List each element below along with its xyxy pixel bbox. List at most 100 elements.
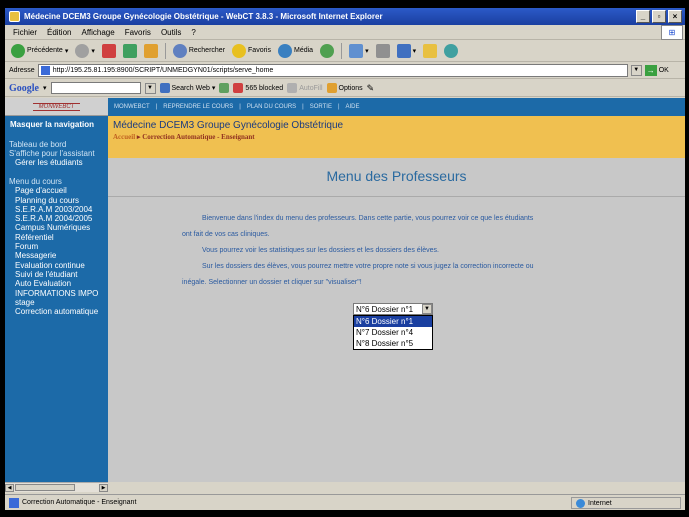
back-button[interactable]: Précédente ▾: [9, 42, 70, 60]
intro-paragraph-1a: Bienvenue dans l'index du menu des profe…: [202, 215, 534, 222]
page-content: MONWEBCT Masquer la navigation Tableau d…: [5, 98, 685, 482]
course-header: Médecine DCEM3 Groupe Gynécologie Obstét…: [108, 116, 685, 158]
autofill-button[interactable]: AutoFill: [287, 83, 323, 93]
sidebar-scrollbar[interactable]: ◀ ▶: [5, 482, 108, 492]
favorites-button[interactable]: Favoris: [230, 42, 273, 60]
popup-blocker-button[interactable]: 565 blocked: [233, 83, 283, 93]
close-button[interactable]: ×: [668, 10, 682, 23]
folder-button[interactable]: [421, 42, 439, 60]
dossier-option[interactable]: N°6 Dossier n°1: [354, 316, 432, 327]
sidebar-item-campus[interactable]: Campus Numériques: [5, 223, 108, 232]
autofill-icon: [287, 83, 298, 93]
dossier-select[interactable]: N°6 Dossier n°1 ▼: [353, 303, 433, 315]
search-button[interactable]: Rechercher: [171, 42, 227, 60]
sidebar-item-stage[interactable]: stage: [5, 298, 108, 307]
dossier-dropdown-list: N°6 Dossier n°1 N°7 Dossier n°4 N°8 Doss…: [353, 315, 433, 350]
chevron-down-icon[interactable]: ▼: [422, 304, 432, 314]
pagerank-icon: [219, 83, 230, 93]
minimize-button[interactable]: _: [636, 10, 650, 23]
back-arrow-icon: [11, 43, 25, 58]
stop-button[interactable]: [100, 42, 118, 60]
forward-button[interactable]: ▾: [73, 42, 97, 60]
manage-students-link[interactable]: Gérer les étudiants: [5, 158, 108, 167]
history-button[interactable]: [318, 42, 336, 60]
dossier-option[interactable]: N°8 Dossier n°5: [354, 338, 432, 349]
menu-file[interactable]: Fichier: [13, 28, 37, 37]
sidebar-item-informations[interactable]: INFORMATIONS IMPO: [5, 289, 108, 298]
ie-icon: [9, 11, 20, 22]
divider: [108, 196, 685, 197]
toolbar: Précédente ▾ ▾ Rechercher Favoris Média …: [5, 40, 685, 62]
dossier-select-value: N°6 Dossier n°1: [356, 304, 414, 314]
media-icon: [277, 43, 292, 58]
messenger-button[interactable]: [442, 42, 460, 60]
nav-resume-course[interactable]: REPRENDRE LE COURS: [163, 104, 233, 110]
intro-paragraph-2: Vous pourrez voir les statistiques sur l…: [202, 247, 439, 254]
sidebar-item-correction[interactable]: Correction automatique: [5, 307, 108, 316]
course-title: Médecine DCEM3 Groupe Gynécologie Obstét…: [113, 120, 344, 131]
nav-exit[interactable]: SORTIE: [310, 104, 332, 110]
scroll-thumb[interactable]: [15, 484, 75, 491]
webct-logo[interactable]: MONWEBCT: [32, 102, 81, 111]
go-button[interactable]: → OK: [644, 65, 669, 76]
sidebar-item-suivi[interactable]: Suivi de l'étudiant: [5, 270, 108, 279]
refresh-icon: [122, 43, 137, 58]
zone-label: Internet: [588, 499, 612, 507]
address-input[interactable]: http://195.25.81.195:8900/SCRIPT/UNMEDGY…: [37, 64, 628, 77]
google-dropdown-icon[interactable]: ▼: [144, 82, 156, 94]
hide-navigation-link[interactable]: Masquer la navigation: [5, 116, 108, 130]
sidebar: MONWEBCT Masquer la navigation Tableau d…: [5, 98, 108, 482]
scroll-left-icon[interactable]: ◀: [5, 484, 14, 492]
dashboard-heading[interactable]: Tableau de bord: [5, 140, 108, 149]
search-web-icon: [159, 83, 170, 93]
breadcrumb-home-link[interactable]: Accueil: [113, 133, 135, 141]
home-button[interactable]: [142, 42, 160, 60]
menu-favorites[interactable]: Favoris: [125, 28, 151, 37]
highlight-button[interactable]: ✎: [367, 83, 375, 94]
sidebar-item-auto-evaluation[interactable]: Auto Evaluation: [5, 279, 108, 288]
pagerank-button[interactable]: [219, 83, 230, 93]
menu-help[interactable]: ?: [191, 28, 195, 37]
options-icon: [326, 83, 337, 93]
print-button[interactable]: [374, 42, 392, 60]
sidebar-item-referentiel[interactable]: Référentiel: [5, 233, 108, 242]
star-icon: [232, 43, 247, 58]
mail-button[interactable]: ▾: [347, 42, 371, 60]
address-label: Adresse: [9, 67, 35, 74]
address-dropdown-icon[interactable]: ▼: [630, 65, 642, 76]
status-text: Correction Automatique - Enseignant: [22, 499, 137, 506]
menu-bar: Fichier Édition Affichage Favoris Outils…: [5, 25, 685, 40]
options-button[interactable]: Options: [326, 83, 363, 93]
page-title: Menu des Professeurs: [326, 168, 467, 184]
sidebar-item-planning[interactable]: Planning du cours: [5, 196, 108, 205]
search-web-button[interactable]: Search Web ▾: [159, 83, 215, 93]
sidebar-item-evaluation[interactable]: Evaluation continue: [5, 261, 108, 270]
google-logo-dropdown[interactable]: ▾: [43, 84, 47, 92]
sidebar-item-forum[interactable]: Forum: [5, 242, 108, 251]
menu-tools[interactable]: Outils: [161, 28, 181, 37]
windows-logo-icon: ⊞: [661, 25, 683, 40]
address-bar: Adresse http://195.25.81.195:8900/SCRIPT…: [5, 63, 685, 79]
sidebar-item-messagerie[interactable]: Messagerie: [5, 251, 108, 260]
sidebar-item-seram-2003[interactable]: S.E.R.A.M 2003/2004: [5, 205, 108, 214]
scroll-right-icon[interactable]: ▶: [99, 484, 108, 492]
media-button[interactable]: Média: [276, 42, 315, 60]
nav-help[interactable]: AIDE: [346, 104, 360, 110]
edit-button[interactable]: ▾: [395, 42, 419, 60]
sidebar-item-home[interactable]: Page d'accueil: [5, 186, 108, 195]
search-icon: [172, 43, 187, 58]
google-search-input[interactable]: [50, 82, 141, 94]
nav-course-map[interactable]: PLAN DU COURS: [247, 104, 296, 110]
dossier-option[interactable]: N°7 Dossier n°4: [354, 327, 432, 338]
menu-edit[interactable]: Édition: [47, 28, 71, 37]
menu-view[interactable]: Affichage: [81, 28, 114, 37]
nav-monwebct[interactable]: MONWEBCT: [114, 104, 150, 110]
address-url: http://195.25.81.195:8900/SCRIPT/UNMEDGY…: [52, 67, 274, 74]
breadcrumb-current: Correction Automatique - Enseignant: [142, 133, 255, 141]
refresh-button[interactable]: [121, 42, 139, 60]
sidebar-item-seram-2004[interactable]: S.E.R.A.M 2004/2005: [5, 214, 108, 223]
intro-paragraph-3a: Sur les dossiers des élèves, vous pourre…: [202, 263, 534, 270]
google-logo[interactable]: Google: [9, 83, 39, 94]
maximize-button[interactable]: ▫: [652, 10, 666, 23]
assistant-view-link[interactable]: S'affiche pour l'assistant: [5, 149, 108, 158]
